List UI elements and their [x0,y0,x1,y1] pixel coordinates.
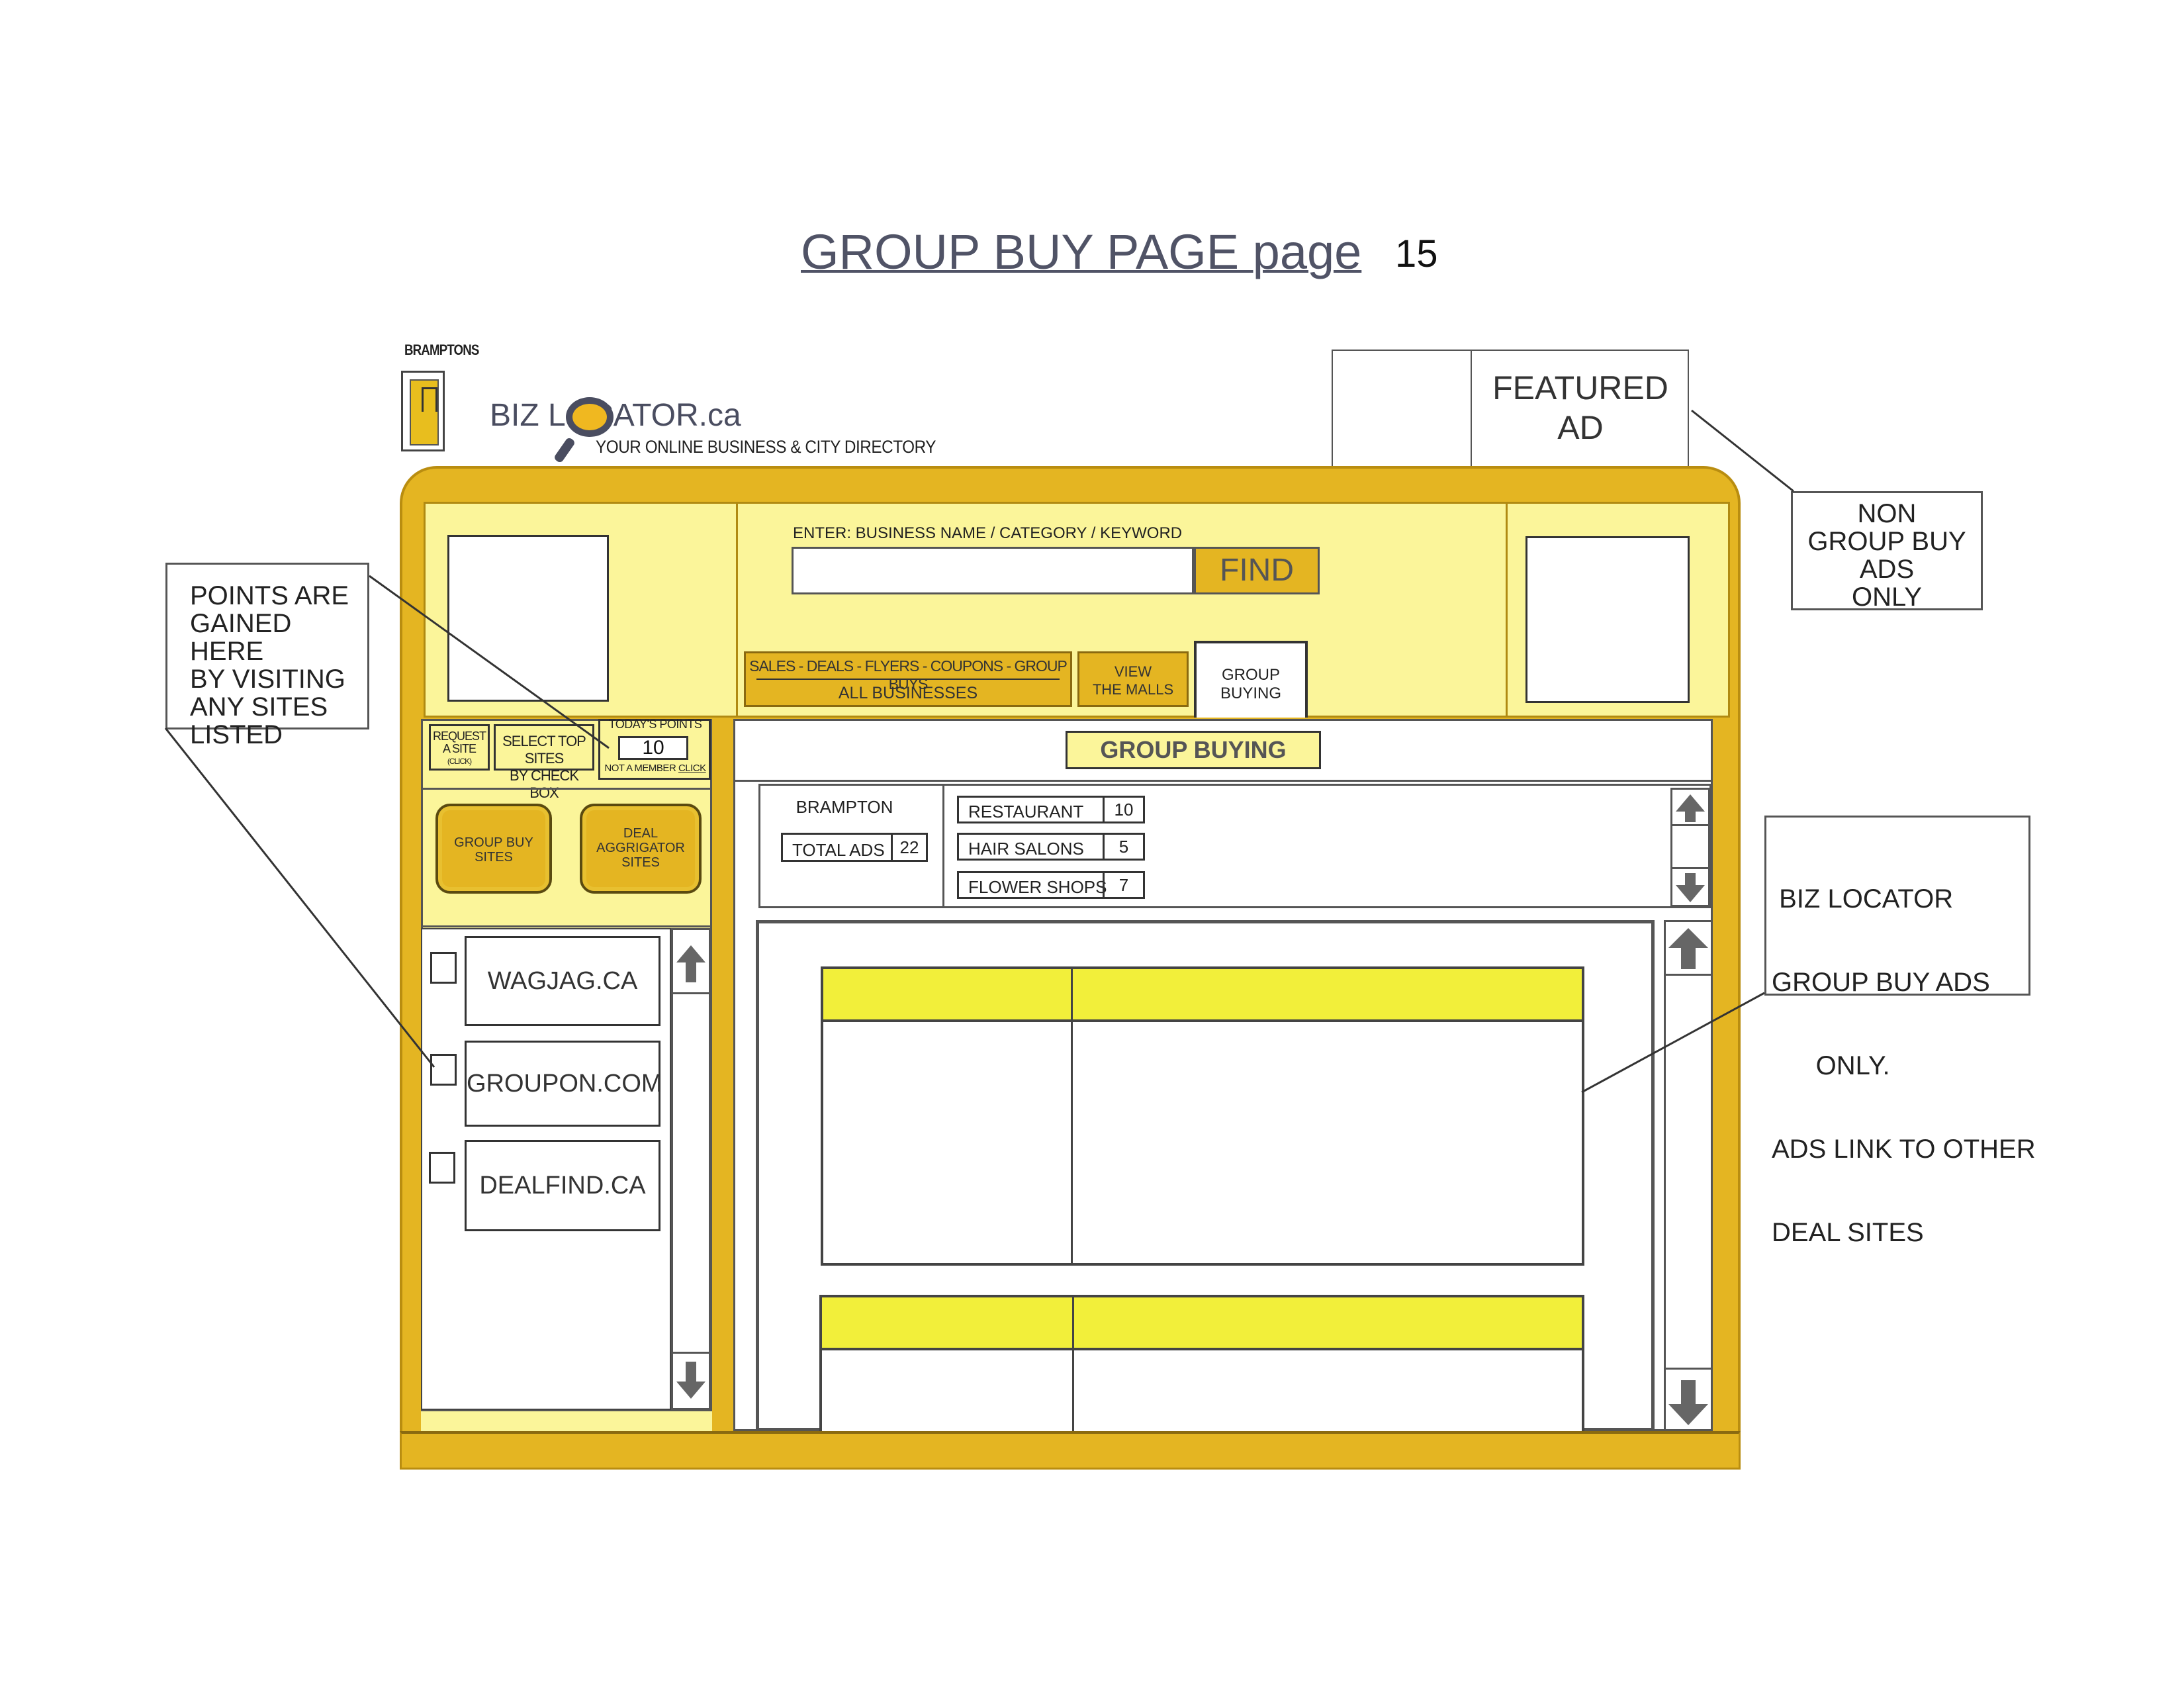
leader-line [1581,992,1765,1094]
leader-line [164,727,435,1068]
leader-line [369,575,610,749]
leader-line [1691,409,1794,492]
annotation-leader-lines [164,409,1794,1094]
